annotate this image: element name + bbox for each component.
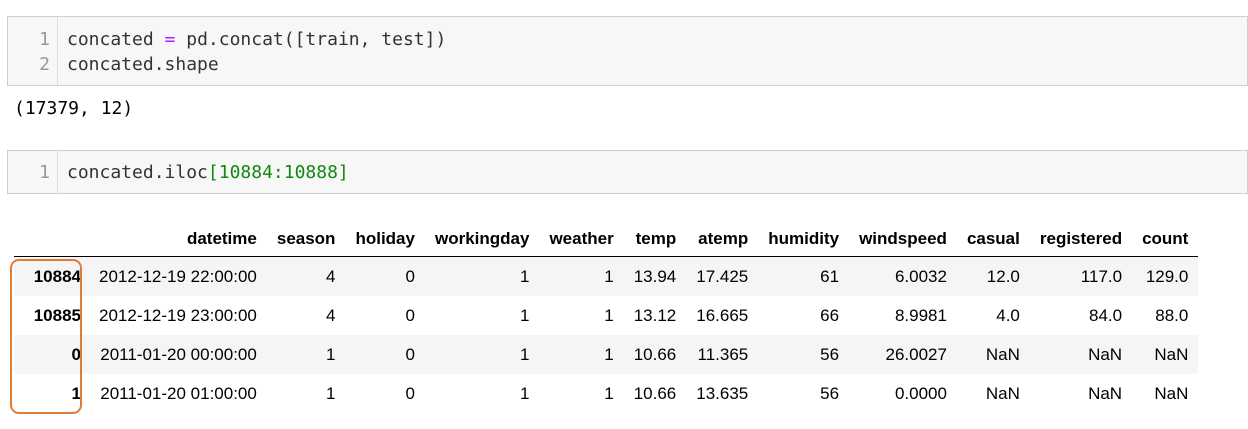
code-line: 1 concated = pd.concat([train, test])	[8, 27, 1247, 52]
column-header: registered	[1029, 222, 1133, 257]
table-cell: 11.365	[697, 344, 749, 364]
table-cell: NaN	[1154, 383, 1189, 403]
code-line: 2 concated.shape	[8, 52, 1247, 77]
table-cell: 4.0	[996, 305, 1020, 325]
table-row: 10884 2012-12-19 22:00:00 4 0 1 1 13.94 …	[14, 256, 1199, 296]
table-cell: 13.635	[696, 383, 749, 403]
code-text: concated.shape	[67, 54, 219, 75]
table-cell: 129.0	[1145, 266, 1189, 286]
cell-output-text: (17379, 12)	[14, 98, 134, 119]
table-cell: 2011-01-20 01:00:00	[100, 383, 257, 403]
column-header: holiday	[345, 222, 425, 257]
dataframe-table: datetime season holiday workingday weath…	[14, 222, 1199, 413]
table-cell: 1	[604, 344, 614, 364]
column-header: count	[1132, 222, 1199, 257]
table-cell: 10.66	[633, 344, 677, 364]
table-row: 10885 2012-12-19 23:00:00 4 0 1 1 13.12 …	[14, 296, 1199, 335]
column-header	[14, 222, 89, 257]
table-cell: 0	[405, 383, 415, 403]
table-cell: 0	[405, 344, 415, 364]
table-cell: 0	[405, 266, 415, 286]
column-header: temp	[623, 222, 687, 257]
table-row: 1 2011-01-20 01:00:00 1 0 1 1 10.66 13.6…	[14, 374, 1199, 413]
table-cell: 88.0	[1155, 305, 1189, 325]
table-cell: NaN	[985, 383, 1020, 403]
table-cell: 56	[820, 344, 840, 364]
table-cell: 10.66	[633, 383, 677, 403]
table-cell: 1	[604, 305, 614, 325]
table-cell: 6.0032	[894, 266, 947, 286]
table-cell: 26.0027	[885, 344, 947, 364]
line-number: 1	[39, 162, 50, 183]
table-cell: 56	[820, 383, 840, 403]
code-text: concated.iloc[10884:10888]	[67, 162, 349, 183]
table-cell: 12.0	[986, 266, 1020, 286]
table-cell: 8.9981	[894, 305, 947, 325]
table-cell: 1	[519, 266, 530, 286]
table-cell: 16.665	[696, 305, 749, 325]
table-cell: 1	[519, 383, 530, 403]
table-cell: NaN	[1154, 344, 1189, 364]
table-cell: 84.0	[1088, 305, 1123, 325]
row-index: 1	[71, 383, 81, 403]
table-cell: 13.12	[633, 305, 677, 325]
column-header: atemp	[686, 222, 759, 257]
code-cell-input-2[interactable]: 1 concated.iloc[10884:10888]	[7, 150, 1248, 194]
column-header: humidity	[758, 222, 850, 257]
table-cell: 0	[405, 305, 415, 325]
table-cell: 1	[325, 383, 336, 403]
table-cell: 61	[820, 266, 840, 286]
row-index: 10885	[33, 305, 81, 325]
table-cell: 2012-12-19 23:00:00	[99, 305, 257, 325]
code-cell-input-1[interactable]: 1 concated = pd.concat([train, test]) 2 …	[7, 16, 1248, 86]
row-index: 10884	[33, 266, 81, 286]
table-cell: 117.0	[1080, 266, 1123, 286]
column-header: windspeed	[849, 222, 957, 257]
column-header: datetime	[89, 222, 267, 257]
table-cell: 0.0000	[894, 383, 947, 403]
line-number: 1	[39, 29, 50, 50]
table-cell: 66	[820, 305, 840, 325]
table-cell: 1	[519, 305, 530, 325]
table-cell: 1	[325, 344, 336, 364]
table-cell: NaN	[1088, 383, 1123, 403]
table-cell: 2012-12-19 22:00:00	[99, 266, 257, 286]
table-cell: 4	[325, 266, 336, 286]
table-cell: NaN	[1088, 344, 1123, 364]
table-cell: NaN	[985, 344, 1020, 364]
table-cell: 17.425	[696, 266, 749, 286]
table-cell: 4	[325, 305, 336, 325]
row-index: 0	[71, 344, 81, 364]
code-text: concated = pd.concat([train, test])	[67, 29, 447, 50]
column-header: workingday	[424, 222, 540, 257]
column-header: weather	[539, 222, 624, 257]
column-header: season	[266, 222, 346, 257]
line-number: 2	[39, 54, 50, 75]
code-line: 1 concated.iloc[10884:10888]	[8, 160, 1247, 185]
table-cell: 1	[604, 383, 614, 403]
table-cell: 13.94	[633, 266, 677, 286]
table-cell: 2011-01-20 00:00:00	[100, 344, 257, 364]
dataframe-header-row: datetime season holiday workingday weath…	[14, 222, 1199, 257]
table-row: 0 2011-01-20 00:00:00 1 0 1 1 10.66 11.3…	[14, 335, 1199, 374]
column-header: casual	[956, 222, 1030, 257]
table-cell: 1	[519, 344, 530, 364]
table-cell: 1	[604, 266, 614, 286]
